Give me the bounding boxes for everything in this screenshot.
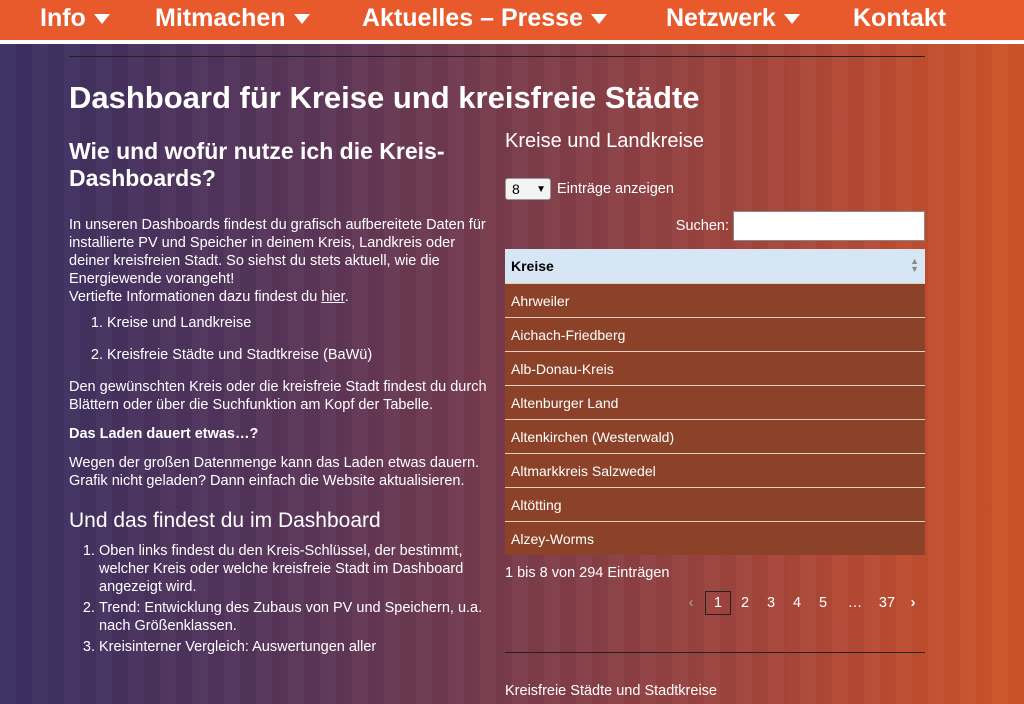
chevron-down-icon — [783, 13, 800, 24]
table-cell: Altenburger Land — [505, 385, 925, 420]
search-input[interactable] — [733, 211, 925, 241]
table-row[interactable]: Altenburger Land — [505, 385, 925, 420]
table-row[interactable]: Alzey-Worms — [505, 521, 925, 555]
loading-text: Wegen der großen Datenmenge kann das Lad… — [69, 455, 480, 489]
nav-info-label: Info — [40, 4, 86, 32]
more-info-text: Vertiefte Informationen dazu findest du — [69, 289, 322, 305]
table-cell: Alb-Donau-Kreis — [505, 351, 925, 386]
table-cell: Altenkirchen (Westerwald) — [505, 419, 925, 454]
dashboard-list: Kreise und Landkreise Kreisfreie Städte … — [69, 314, 489, 364]
search-label: Suchen: — [675, 218, 729, 234]
table-row[interactable]: Altmarkkreis Salzwedel — [505, 453, 925, 488]
top-navigation: Info Mitmachen Aktuelles – Presse Netzwe… — [0, 0, 1024, 44]
divider — [69, 56, 925, 57]
sort-icon: ▲ ▼ — [910, 256, 919, 274]
section-heading: Und das findest du im Dashboard — [69, 509, 381, 532]
table-row[interactable]: Altenkirchen (Westerwald) — [505, 419, 925, 454]
list-item: Trend: Entwicklung des Zubaus von PV und… — [99, 599, 489, 635]
chevron-down-icon: ▼ — [536, 183, 546, 195]
pagination: ‹ 1 2 3 4 5 … 37 › — [505, 591, 925, 615]
page-title: Dashboard für Kreise und kreisfreie Städ… — [69, 80, 700, 115]
table-cell: Ahrweiler — [505, 283, 925, 318]
table-cell: Aichach-Friedberg — [505, 317, 925, 352]
nav-kontakt-label: Kontakt — [853, 4, 947, 32]
nav-mitmachen-label: Mitmachen — [155, 4, 286, 32]
table-heading: Kreise und Landkreise — [505, 130, 705, 152]
table-info: 1 bis 8 von 294 Einträgen — [505, 565, 670, 581]
intro-text: In unseren Dashboards findest du grafisc… — [69, 216, 489, 306]
kreise-table: Kreise ▲ ▼ Ahrweiler Aichach-Friedberg Al… — [505, 249, 925, 555]
nav-aktuelles[interactable]: Aktuelles – Presse — [362, 4, 607, 33]
prev-page-button[interactable]: ‹ — [679, 595, 703, 611]
list-item: Oben links findest du den Kreis-Schlüsse… — [99, 542, 489, 596]
table-row[interactable]: Alb-Donau-Kreis — [505, 351, 925, 386]
page-ellipsis: … — [847, 595, 863, 611]
page-button-37[interactable]: 37 — [875, 595, 899, 611]
page-button-5[interactable]: 5 — [811, 595, 835, 611]
page-button-1[interactable]: 1 — [705, 591, 731, 615]
nav-netzwerk[interactable]: Netzwerk — [666, 4, 800, 33]
table-cell: Altmarkkreis Salzwedel — [505, 453, 925, 488]
table-panel: Kreise und Landkreise 8 ▼ Einträge anzei… — [505, 130, 925, 615]
dashboard-features-list: Oben links findest du den Kreis-Schlüsse… — [69, 542, 489, 656]
chevron-down-icon — [93, 13, 110, 24]
column-header-kreise[interactable]: Kreise ▲ ▼ — [505, 249, 925, 284]
subheading-staedte: Kreisfreie Städte und Stadtkreise — [505, 683, 717, 699]
more-info-link[interactable]: hier — [321, 289, 344, 305]
list-item: Kreisinterner Vergleich: Auswertungen al… — [99, 638, 489, 656]
page-button-2[interactable]: 2 — [733, 595, 757, 611]
page-button-4[interactable]: 4 — [785, 595, 809, 611]
entries-select-value: 8 — [512, 181, 520, 197]
entries-select[interactable]: 8 ▼ — [505, 178, 551, 200]
length-control: 8 ▼ Einträge anzeigen — [505, 177, 925, 201]
nav-info[interactable]: Info — [40, 4, 110, 33]
table-row[interactable]: Altötting — [505, 487, 925, 522]
entries-label: Einträge anzeigen — [557, 181, 674, 197]
table-cell: Altötting — [505, 487, 925, 522]
next-page-button[interactable]: › — [901, 595, 925, 611]
loading-heading: Das Laden dauert etwas…? — [69, 426, 259, 442]
divider — [505, 652, 925, 653]
nav-aktuelles-label: Aktuelles – Presse — [362, 4, 583, 32]
find-text: Den gewünschten Kreis oder die kreisfrei… — [69, 379, 487, 413]
chevron-down-icon — [293, 13, 310, 24]
nav-netzwerk-label: Netzwerk — [666, 4, 776, 32]
chevron-down-icon — [590, 13, 607, 24]
intro-paragraph: In unseren Dashboards findest du grafisc… — [69, 217, 486, 287]
table-row[interactable]: Ahrweiler — [505, 283, 925, 318]
list-item: Kreisfreie Städte und Stadtkreise (BaWü) — [107, 346, 489, 364]
intro-column: Wie und wofür nutze ich die Kreis-Dashbo… — [69, 138, 489, 666]
search-control: Suchen: — [505, 211, 925, 241]
list-item: Kreise und Landkreise — [107, 314, 489, 332]
nav-kontakt[interactable]: Kontakt — [853, 4, 946, 33]
column-header-label: Kreise — [511, 258, 554, 274]
nav-mitmachen[interactable]: Mitmachen — [155, 4, 310, 33]
page-button-3[interactable]: 3 — [759, 595, 783, 611]
table-cell: Alzey-Worms — [505, 521, 925, 555]
table-row[interactable]: Aichach-Friedberg — [505, 317, 925, 352]
more-info-suffix: . — [344, 289, 349, 305]
intro-heading: Wie und wofür nutze ich die Kreis-Dashbo… — [69, 138, 445, 191]
